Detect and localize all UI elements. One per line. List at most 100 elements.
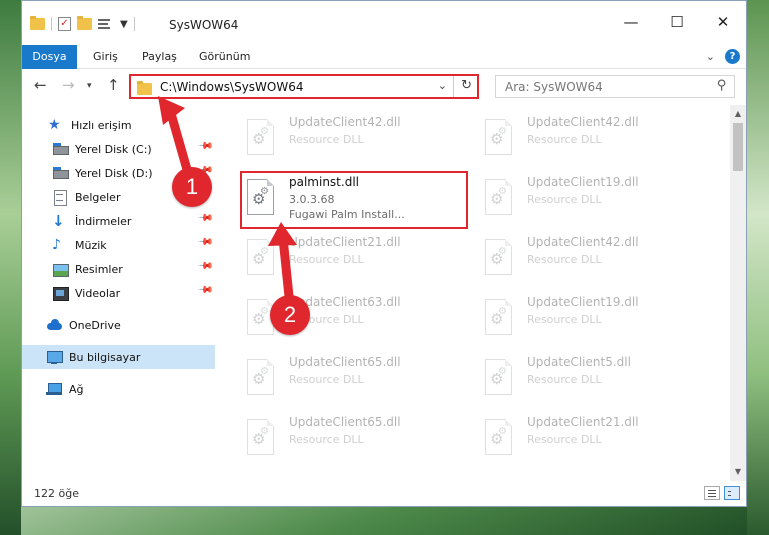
file-name: UpdateClient19.dll <box>527 175 639 189</box>
vertical-scrollbar[interactable]: ▲ ▼ <box>730 105 746 481</box>
recent-locations-chevron-icon[interactable]: ▾ <box>87 81 92 91</box>
tab-giris[interactable]: Giriş <box>93 45 118 69</box>
sidebar-item-this-pc[interactable]: Bu bilgisayar <box>22 345 215 369</box>
forward-arrow-icon[interactable]: → <box>62 76 75 94</box>
help-icon[interactable]: ? <box>725 49 740 64</box>
scroll-up-arrow-icon[interactable]: ▲ <box>730 107 746 121</box>
sidebar-item-label: Resimler <box>75 262 123 276</box>
file-name: UpdateClient42.dll <box>527 115 639 129</box>
dll-file-icon: ⚙ ⚙ <box>243 359 277 399</box>
ribbon-right-controls: ⌄ ? <box>706 49 740 64</box>
back-arrow-icon[interactable]: ← <box>34 76 47 94</box>
file-name: UpdateClient21.dll <box>527 415 639 429</box>
scroll-down-arrow-icon[interactable]: ▼ <box>730 465 746 479</box>
tab-gorunum[interactable]: Görünüm <box>199 45 250 69</box>
customize-toolbar-dropdown[interactable]: ▼ <box>120 19 128 30</box>
properties-check-icon[interactable]: ✓ <box>58 17 71 31</box>
file-explorer-window: ✓ ▼ SysWOW64 — ☐ ✕ Dosya Giriş Paylaş Gö… <box>21 0 747 507</box>
quick-access-toolbar: ✓ ▼ <box>30 16 135 31</box>
file-item[interactable]: ⚙ ⚙ UpdateClient65.dll Resource DLL <box>237 411 462 463</box>
file-item[interactable]: ⚙ ⚙ UpdateClient21.dll Resource DLL <box>237 231 462 283</box>
search-input[interactable]: Ara: SysWOW64 ⚲ <box>495 75 735 98</box>
file-item[interactable]: ⚙ ⚙ UpdateClient42.dll Resource DLL <box>475 111 700 163</box>
search-icon[interactable]: ⚲ <box>717 78 727 93</box>
file-item[interactable]: ⚙ ⚙ UpdateClient42.dll Resource DLL <box>475 231 700 283</box>
pin-icon: 📌 <box>196 258 214 275</box>
downloads-icon: ↓ <box>52 212 65 230</box>
ribbon-tabs: Dosya Giriş Paylaş Görünüm ⌄ ? <box>22 45 746 69</box>
dll-file-icon: ⚙ ⚙ <box>481 299 515 339</box>
file-item[interactable]: ⚙ ⚙ UpdateClient19.dll Resource DLL <box>475 171 700 223</box>
dll-file-icon: ⚙ ⚙ <box>481 119 515 159</box>
view-switcher <box>704 486 740 500</box>
music-icon: ♪ <box>52 237 61 253</box>
file-list: ⚙ ⚙ UpdateClient42.dll Resource DLL ⚙ ⚙ pa… <box>217 105 732 481</box>
chevron-down-icon[interactable]: ⌄ <box>706 50 715 63</box>
dll-file-icon: ⚙ ⚙ <box>481 179 515 219</box>
address-path[interactable]: C:\Windows\SysWOW64 <box>160 80 304 94</box>
documents-icon <box>52 189 68 206</box>
refresh-icon[interactable]: ↻ <box>461 78 472 93</box>
file-type: Resource DLL <box>289 253 364 266</box>
selection-highlight-box <box>240 171 468 229</box>
file-type: Resource DLL <box>527 373 602 386</box>
drive-icon <box>52 165 69 181</box>
item-count: 122 öğe <box>34 487 79 500</box>
file-name: UpdateClient19.dll <box>527 295 639 309</box>
chevron-down-icon[interactable]: ⌄ <box>438 79 447 92</box>
sidebar-item-network[interactable]: Ağ <box>22 377 215 401</box>
sidebar-item-label: Hızlı erişim <box>71 118 132 132</box>
details-view-icon[interactable] <box>704 486 720 500</box>
minimize-button[interactable]: — <box>608 11 654 35</box>
file-type: Resource DLL <box>527 313 602 326</box>
sidebar-item-local-disk-c[interactable]: Yerel Disk (C:) 📌 <box>22 137 215 161</box>
tiles-view-icon[interactable] <box>724 486 740 500</box>
customize-list-icon[interactable] <box>98 18 114 31</box>
folder-icon <box>30 16 45 30</box>
file-item[interactable]: ⚙ ⚙ UpdateClient21.dll Resource DLL <box>475 411 700 463</box>
tab-paylas[interactable]: Paylaş <box>142 45 177 69</box>
file-name: UpdateClient5.dll <box>527 355 631 369</box>
dll-file-icon: ⚙ ⚙ <box>243 419 277 459</box>
scrollbar-thumb[interactable] <box>733 123 743 171</box>
file-type: Resource DLL <box>527 433 602 446</box>
videos-icon <box>52 285 69 301</box>
pin-icon: 📌 <box>196 234 214 251</box>
this-pc-icon <box>46 349 63 365</box>
maximize-button[interactable]: ☐ <box>654 11 700 35</box>
file-item[interactable]: ⚙ ⚙ UpdateClient42.dll Resource DLL <box>237 111 462 163</box>
sidebar-item-downloads[interactable]: ↓ İndirmeler 📌 <box>22 209 215 233</box>
file-item[interactable]: ⚙ ⚙ UpdateClient5.dll Resource DLL <box>475 351 700 403</box>
sidebar-item-pictures[interactable]: Resimler 📌 <box>22 257 215 281</box>
sidebar-item-label: Yerel Disk (C:) <box>75 142 152 156</box>
step-callout-1: 1 <box>172 167 212 207</box>
status-bar: 122 öğe <box>22 481 746 506</box>
file-type: Resource DLL <box>527 253 602 266</box>
window-controls: — ☐ ✕ <box>608 11 746 35</box>
pin-icon: 📌 <box>196 138 214 155</box>
sidebar-item-videos[interactable]: Videolar 📌 <box>22 281 215 305</box>
dll-file-icon: ⚙ ⚙ <box>243 239 277 279</box>
address-separator <box>453 76 454 97</box>
file-type: Resource DLL <box>289 133 364 146</box>
sidebar-item-label: İndirmeler <box>75 214 132 228</box>
file-item[interactable]: ⚙ ⚙ UpdateClient19.dll Resource DLL <box>475 291 700 343</box>
sidebar-item-label: OneDrive <box>69 318 121 332</box>
file-name: UpdateClient21.dll <box>289 235 401 249</box>
close-button[interactable]: ✕ <box>700 11 746 35</box>
toolbar-separator <box>133 17 135 31</box>
tab-dosya[interactable]: Dosya <box>22 45 77 69</box>
sidebar-item-onedrive[interactable]: OneDrive <box>22 313 215 337</box>
up-arrow-icon[interactable]: ↑ <box>107 76 120 94</box>
navigation-bar: ← → ▾ ↑ C:\Windows\SysWOW64 ⌄ ↻ Ara: Sys… <box>22 70 746 103</box>
address-bar[interactable]: C:\Windows\SysWOW64 ⌄ ↻ <box>129 74 479 99</box>
search-placeholder: Ara: SysWOW64 <box>505 80 603 94</box>
drive-icon <box>52 141 69 157</box>
file-item[interactable]: ⚙ ⚙ UpdateClient65.dll Resource DLL <box>237 351 462 403</box>
sidebar-item-quick-access[interactable]: ★ Hızlı erişim <box>22 113 215 137</box>
new-folder-icon[interactable] <box>77 16 92 30</box>
dll-file-icon: ⚙ ⚙ <box>243 119 277 159</box>
star-icon: ★ <box>48 117 61 133</box>
sidebar-item-music[interactable]: ♪ Müzik 📌 <box>22 233 215 257</box>
folder-icon <box>137 81 152 95</box>
